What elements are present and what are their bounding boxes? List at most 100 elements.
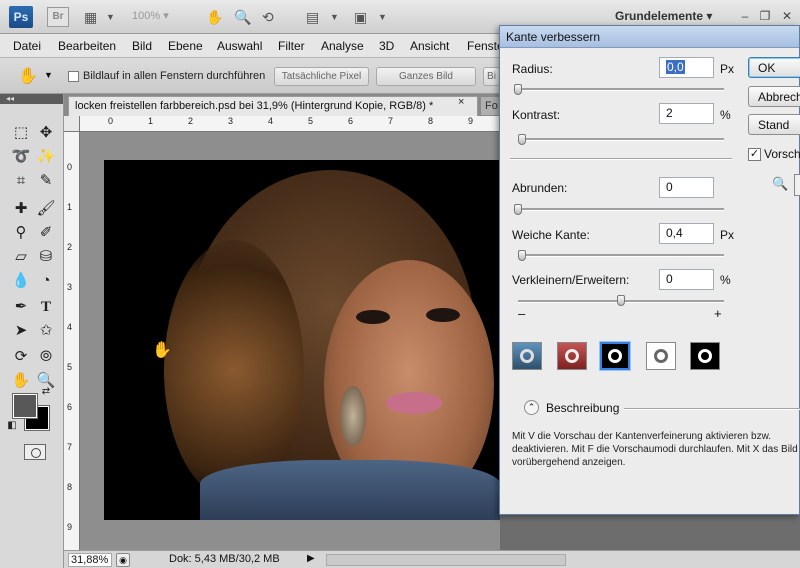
zoom-field[interactable]: 31,88% <box>68 553 112 567</box>
radius-slider-track[interactable] <box>518 88 724 91</box>
path-selection-icon[interactable]: ➤ <box>10 320 32 342</box>
brush-tool-icon[interactable]: 🖌 <box>35 198 57 220</box>
mode-thumb-on-image[interactable] <box>512 342 542 370</box>
default-button[interactable]: Stand <box>748 114 800 135</box>
eyedropper-icon[interactable]: ✎ <box>35 170 57 192</box>
tab-close-icon[interactable]: × <box>458 96 464 108</box>
weiche-kante-input[interactable]: 0,4 <box>659 223 714 244</box>
document-size: Dok: 5,43 MB/30,2 MB <box>169 553 280 565</box>
foreground-color-swatch[interactable] <box>12 393 38 419</box>
ok-button[interactable]: OK <box>748 57 800 78</box>
mode-thumb-on-white[interactable] <box>646 342 676 370</box>
marquee-tool-icon[interactable]: ⬚ <box>10 122 32 144</box>
menu-bearbeiten[interactable]: Bearbeiten <box>58 39 116 53</box>
radius-label: Radius: <box>512 62 553 76</box>
custom-shape-icon[interactable]: ✩ <box>35 320 57 342</box>
horizontal-scrollbar[interactable] <box>326 554 566 566</box>
move-tool-icon[interactable]: ✥ <box>35 122 57 144</box>
chevron-down-icon[interactable]: ▼ <box>44 70 53 80</box>
type-tool-icon[interactable]: T <box>35 296 57 318</box>
ruler-corner[interactable] <box>64 116 80 132</box>
film-icon[interactable]: ▦ <box>84 8 97 26</box>
weiche-kante-slider-thumb[interactable] <box>518 250 527 261</box>
menu-analyse[interactable]: Analyse <box>321 39 364 53</box>
arrange-documents-icon[interactable]: ▤ <box>306 8 319 26</box>
mode-thumb-on-black[interactable] <box>600 342 630 370</box>
minimize-button[interactable]: – <box>736 7 754 25</box>
menu-ebene[interactable]: Ebene <box>168 39 203 53</box>
stamp-tool-icon[interactable]: ⚲ <box>10 222 32 244</box>
rotate-view-icon[interactable]: ⟲ <box>262 8 274 26</box>
scroll-all-windows-checkbox[interactable] <box>68 71 79 82</box>
quick-mask-button[interactable] <box>24 444 46 460</box>
magic-wand-icon[interactable]: ✨ <box>35 146 57 168</box>
crop-tool-icon[interactable]: ⌗ <box>10 170 32 192</box>
hand-tool-preset-icon[interactable]: ✋ <box>18 66 38 86</box>
3d-rotate-icon[interactable]: ⟳ <box>10 346 32 368</box>
chevron-down-icon[interactable]: ▼ <box>106 8 115 26</box>
menu-ansicht[interactable]: Ansicht <box>410 39 449 53</box>
paint-bucket-icon[interactable]: ⛁ <box>35 246 57 268</box>
weiche-kante-slider-track[interactable] <box>518 254 724 257</box>
hand-icon[interactable]: ✋ <box>206 8 223 26</box>
preview-icon[interactable]: ◉ <box>116 553 130 567</box>
abrunden-slider-thumb[interactable] <box>514 204 522 215</box>
chevron-down-icon[interactable]: ▼ <box>330 8 339 26</box>
swap-colors-icon[interactable]: ⇄ <box>40 386 52 398</box>
abrunden-input[interactable]: 0 <box>659 177 714 198</box>
zoom-combo[interactable]: 100% ▾ <box>132 9 184 25</box>
workspace-switcher[interactable]: Grundelemente ▾ <box>615 9 712 23</box>
screen-mode-icon[interactable]: ▣ <box>354 8 367 26</box>
menu-auswahl[interactable]: Auswahl <box>217 39 262 53</box>
menu-bild[interactable]: Bild <box>132 39 152 53</box>
history-brush-icon[interactable]: ✐ <box>35 222 57 244</box>
zoom-tool-icon[interactable]: 🔍 <box>772 176 788 192</box>
kontrast-input[interactable]: 2 <box>659 103 714 124</box>
menu-filter[interactable]: Filter <box>278 39 305 53</box>
kontrast-slider-track[interactable] <box>518 138 724 141</box>
mode-thumb-overlay[interactable] <box>557 342 587 370</box>
ruler-tick-label: 1 <box>67 202 73 212</box>
ring-icon <box>608 349 622 363</box>
fit-screen-button[interactable]: Ganzes Bild <box>376 67 476 86</box>
menu-3d[interactable]: 3D <box>379 39 394 53</box>
dodge-tool-icon[interactable]: ◔ <box>35 270 57 292</box>
restore-button[interactable]: ❐ <box>756 7 774 25</box>
verkleinern-slider-thumb[interactable] <box>617 295 625 306</box>
healing-brush-icon[interactable]: ✚ <box>10 198 32 220</box>
right-eye <box>426 308 460 322</box>
3d-orbit-icon[interactable]: ⦾ <box>35 346 57 368</box>
ruler-vertical[interactable]: 0 1 2 3 4 5 6 7 8 9 <box>64 132 80 550</box>
status-menu-arrow-icon[interactable]: ▶ <box>307 553 315 564</box>
lips <box>386 392 442 414</box>
document-tab[interactable]: locken freistellen farbbereich.psd bei 3… <box>68 96 478 116</box>
verkleinern-input[interactable]: 0 <box>659 269 714 290</box>
beschreibung-toggle-icon[interactable]: ⌃ <box>524 400 539 415</box>
blur-tool-icon[interactable]: 💧 <box>10 270 32 292</box>
eraser-tool-icon[interactable]: ▱ <box>10 246 32 268</box>
ruler-horizontal[interactable]: 0 1 2 3 4 5 6 7 8 9 <box>80 116 500 132</box>
hand-tool-icon[interactable]: ✋ <box>10 370 32 392</box>
hand-tool-button[interactable] <box>794 174 800 196</box>
radius-input[interactable]: 0,0 <box>659 57 714 78</box>
ruler-tick-label: 2 <box>188 116 194 126</box>
cancel-button[interactable]: Abbrech <box>748 86 800 107</box>
panel-collapse-icon[interactable]: ◂◂ <box>0 94 63 104</box>
zoom-icon[interactable]: 🔍 <box>234 8 251 26</box>
menu-datei[interactable]: Datei <box>13 39 41 53</box>
chevron-down-icon[interactable]: ▼ <box>378 8 387 26</box>
default-colors-icon[interactable]: ◧ <box>6 420 18 432</box>
actual-pixels-button[interactable]: Tatsächliche Pixel <box>274 67 369 86</box>
bridge-button[interactable]: Br <box>47 7 69 27</box>
mode-thumb-mask[interactable] <box>690 342 720 370</box>
close-button[interactable]: ✕ <box>778 7 796 25</box>
radius-slider-thumb[interactable] <box>514 84 522 95</box>
abrunden-slider-track[interactable] <box>518 208 724 211</box>
pen-tool-icon[interactable]: ✒ <box>10 296 32 318</box>
kontrast-slider-thumb[interactable] <box>518 134 527 145</box>
preview-checkbox[interactable]: ✓ <box>748 148 761 161</box>
dialog-title[interactable]: Kante verbessern <box>500 26 799 48</box>
print-size-button[interactable]: Bi <box>483 67 500 86</box>
description-text: Mit V die Vorschau der Kantenverfeinerun… <box>512 431 798 468</box>
lasso-tool-icon[interactable]: ➰ <box>10 146 32 168</box>
